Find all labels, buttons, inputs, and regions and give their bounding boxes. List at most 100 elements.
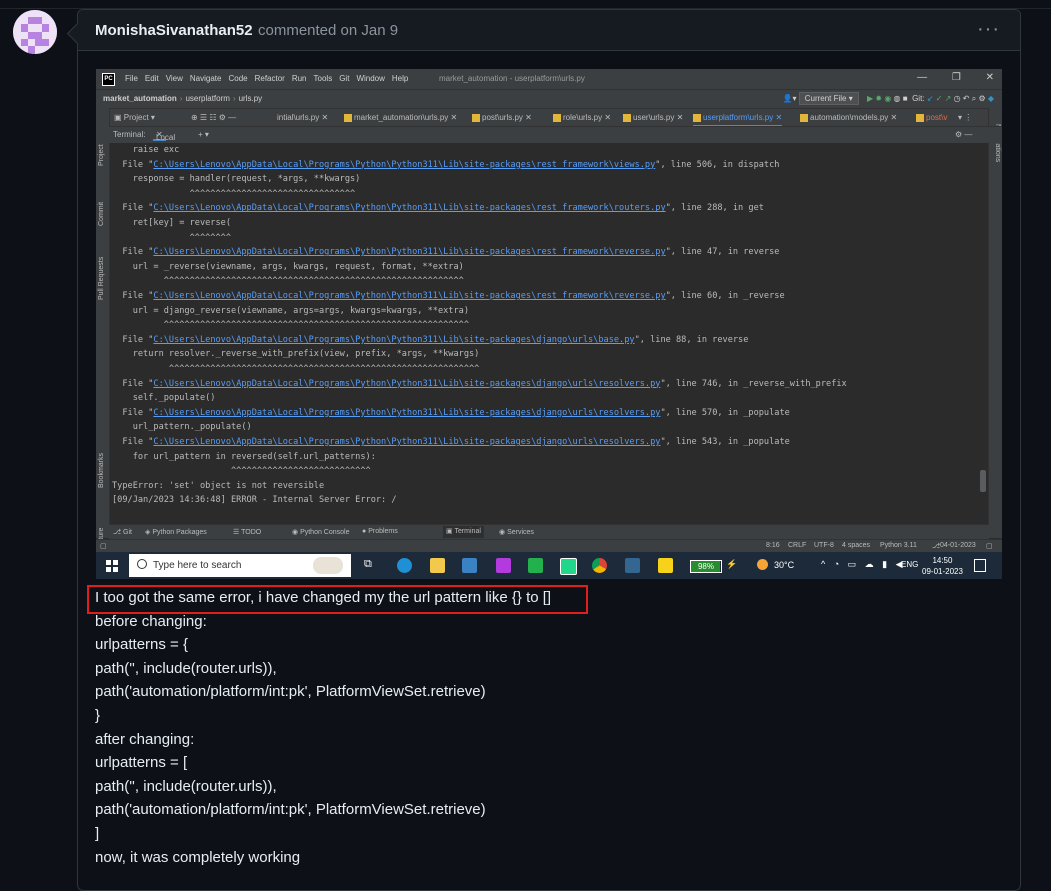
file-path-link[interactable]: C:\Users\Lenovo\AppData\Local\Programs\P…: [153, 379, 660, 389]
menu-item-tools[interactable]: Tools: [314, 74, 333, 83]
edge-icon[interactable]: [397, 558, 412, 573]
menu-item-view[interactable]: View: [166, 74, 183, 83]
pycharm-icon[interactable]: [560, 558, 577, 575]
coverage-icon[interactable]: ◉: [884, 94, 891, 103]
tool-todo[interactable]: ☰ TODO: [233, 528, 261, 536]
task-view-icon[interactable]: ⧉: [364, 558, 379, 573]
plugins-icon[interactable]: ◆: [988, 94, 994, 103]
tool-project[interactable]: Project: [98, 144, 105, 166]
git-update-icon[interactable]: ↙: [927, 94, 934, 103]
run-config-select[interactable]: Current File ▾: [798, 92, 859, 105]
terminal-output[interactable]: raise exc File "C:\Users\Lenovo\AppData\…: [110, 143, 988, 523]
search-icon[interactable]: ⌕: [972, 94, 976, 103]
tabs-overflow-icon[interactable]: ▾ ⋮: [958, 111, 972, 125]
status-lock-icon[interactable]: ▢: [986, 542, 993, 550]
breadcrumb-folder[interactable]: userplatform: [185, 94, 229, 103]
file-path-link[interactable]: C:\Users\Lenovo\AppData\Local\Programs\P…: [153, 203, 665, 213]
sticky-notes-icon[interactable]: [658, 558, 673, 573]
maximize-icon[interactable]: ❐: [952, 72, 961, 83]
terminal-line: url_pattern._populate(): [112, 422, 252, 432]
breadcrumb-file[interactable]: urls.py: [239, 94, 263, 103]
run-icon[interactable]: ▶: [867, 94, 873, 103]
tool-git[interactable]: ⎇ Git: [113, 528, 132, 536]
layout-toggle-icon[interactable]: ▢: [100, 542, 107, 550]
weather-icon[interactable]: [757, 559, 768, 570]
project-tool-button[interactable]: ▣ Project ▾: [114, 111, 155, 125]
avatar[interactable]: [13, 10, 57, 54]
git-commit-icon[interactable]: ✓: [936, 94, 943, 103]
minimize-icon[interactable]: —: [917, 72, 927, 83]
menu-item-navigate[interactable]: Navigate: [190, 74, 222, 83]
menu-item-help[interactable]: Help: [392, 74, 408, 83]
tool-python-console[interactable]: ◉ Python Console: [292, 528, 349, 536]
status-date[interactable]: 04-01-2023: [940, 542, 976, 549]
menu-item-run[interactable]: Run: [292, 74, 307, 83]
menu-item-file[interactable]: File: [125, 74, 138, 83]
status-position[interactable]: 8:16: [766, 542, 780, 549]
store-icon[interactable]: [462, 558, 477, 573]
stop-icon[interactable]: ■: [903, 94, 908, 103]
comment-author[interactable]: MonishaSivanathan52: [95, 22, 253, 39]
green-app-icon[interactable]: [528, 558, 543, 573]
tab-automation-models[interactable]: automation\models.py ✕: [800, 111, 897, 125]
menu-item-window[interactable]: Window: [356, 74, 384, 83]
file-path-link[interactable]: C:\Users\Lenovo\AppData\Local\Programs\P…: [153, 335, 634, 345]
terminal-settings-icon[interactable]: ⚙ —: [955, 130, 972, 139]
history-icon[interactable]: ◷: [954, 94, 961, 103]
terminal-tab-local[interactable]: Local ✕: [153, 130, 175, 142]
tab-userplatform-urls[interactable]: userplatform\urls.py ✕: [693, 111, 783, 127]
tool-commit[interactable]: Commit: [98, 202, 105, 226]
file-path-link[interactable]: C:\Users\Lenovo\AppData\Local\Programs\P…: [153, 160, 655, 170]
tool-services[interactable]: ◉ Services: [499, 528, 534, 536]
language-indicator[interactable]: ENG: [901, 560, 918, 569]
breadcrumb-project[interactable]: market_automation: [103, 94, 177, 103]
status-encoding[interactable]: UTF-8: [814, 542, 834, 549]
system-tray-icons[interactable]: ^ ◔ ▭ ☁ ▮ ◀: [821, 559, 906, 570]
tab-role-urls[interactable]: role\urls.py ✕: [553, 111, 611, 125]
menu-item-git[interactable]: Git: [339, 74, 349, 83]
tool-terminal[interactable]: ▣ Terminal: [443, 526, 484, 538]
status-indent[interactable]: 4 spaces: [842, 542, 870, 549]
battery-indicator[interactable]: 98%: [690, 560, 722, 573]
notifications-icon[interactable]: [974, 559, 986, 572]
rollback-icon[interactable]: ↶: [963, 94, 970, 103]
tab-post-v[interactable]: post\v: [916, 111, 947, 125]
project-toolbar-icons[interactable]: ⊕ ☰ ☷ ⚙ —: [191, 111, 236, 125]
weather-temperature[interactable]: 30°C: [774, 560, 794, 570]
tab-post-urls[interactable]: post\urls.py ✕: [472, 111, 532, 125]
tool-pull-requests[interactable]: Pull Requests: [98, 257, 105, 300]
chrome-icon[interactable]: [592, 558, 607, 573]
file-path-link[interactable]: C:\Users\Lenovo\AppData\Local\Programs\P…: [153, 291, 665, 301]
tab-intial-urls[interactable]: intial\urls.py ✕: [277, 111, 328, 125]
tab-user-urls[interactable]: user\urls.py ✕: [623, 111, 683, 125]
debug-icon[interactable]: ✹: [875, 94, 882, 103]
file-explorer-icon[interactable]: [430, 558, 445, 573]
file-path-link[interactable]: C:\Users\Lenovo\AppData\Local\Programs\P…: [153, 437, 660, 447]
new-terminal-icon[interactable]: + ▾: [198, 130, 209, 139]
user-icon[interactable]: 👤▾: [783, 94, 797, 103]
tool-bookmarks[interactable]: Bookmarks: [98, 453, 105, 488]
file-path-link[interactable]: C:\Users\Lenovo\AppData\Local\Programs\P…: [153, 408, 660, 418]
menu-item-refactor[interactable]: Refactor: [255, 74, 285, 83]
tool-python-packages[interactable]: ◈ Python Packages: [145, 528, 207, 536]
menu-item-edit[interactable]: Edit: [145, 74, 159, 83]
kebab-icon[interactable]: ···: [977, 18, 1000, 41]
terminal-scrollbar[interactable]: [980, 470, 986, 492]
tool-problems[interactable]: ● Problems: [362, 528, 398, 535]
close-icon[interactable]: ✕: [986, 72, 994, 83]
taskbar-clock[interactable]: 14:50 09-01-2023: [922, 555, 963, 577]
status-interpreter[interactable]: Python 3.11: [880, 542, 917, 549]
taskbar-search[interactable]: Type here to search: [129, 554, 351, 577]
file-path-link[interactable]: C:\Users\Lenovo\AppData\Local\Programs\P…: [153, 247, 665, 257]
menu-item-code[interactable]: Code: [228, 74, 247, 83]
comment-timestamp[interactable]: commented on Jan 9: [258, 22, 398, 39]
jetbrains-icon[interactable]: [496, 558, 511, 573]
windows-start-icon[interactable]: [106, 560, 118, 572]
profile-icon[interactable]: ◍: [894, 94, 901, 103]
postgres-icon[interactable]: [625, 558, 640, 573]
tab-market-automation-urls[interactable]: market_automation\urls.py ✕: [344, 111, 457, 125]
status-line-ending[interactable]: CRLF: [788, 542, 806, 549]
git-push-icon[interactable]: ↗: [945, 94, 952, 103]
status-branch-icon[interactable]: ⎇: [932, 542, 940, 550]
settings-icon[interactable]: ⚙: [978, 94, 985, 103]
